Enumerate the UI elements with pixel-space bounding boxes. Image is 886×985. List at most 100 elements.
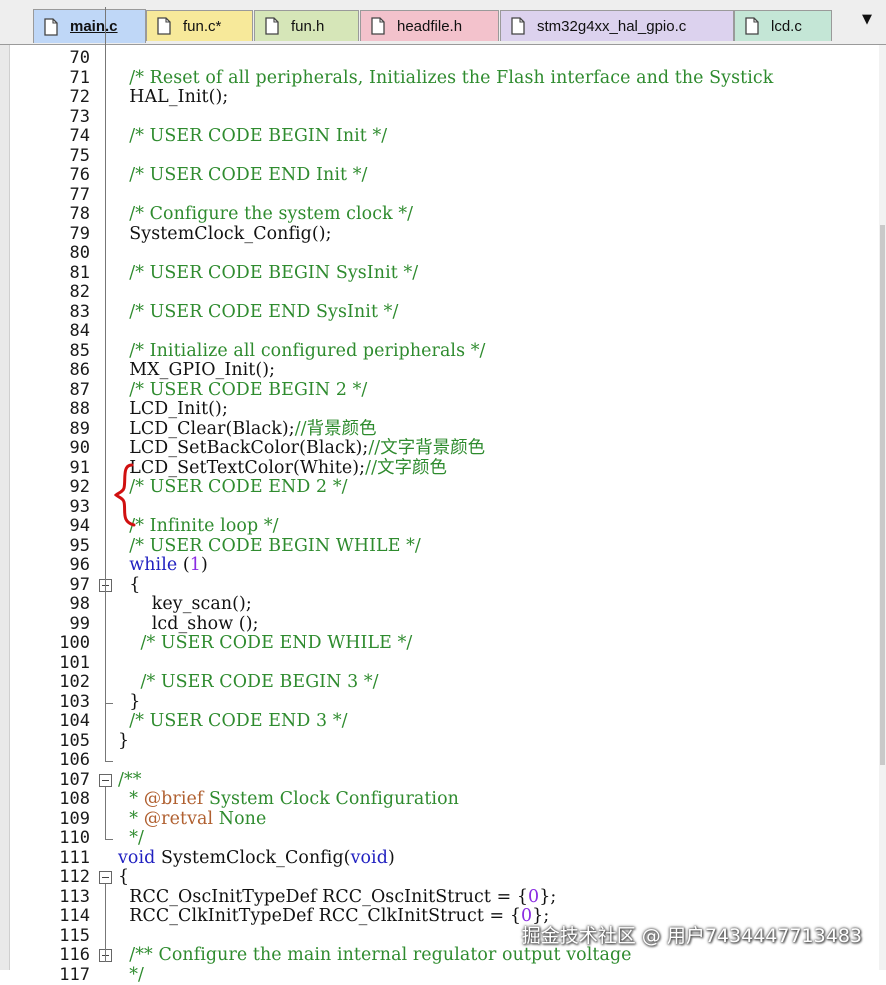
code-text: /* USER CODE END 2 */	[118, 478, 348, 498]
code-line[interactable]: 109 * @retval None	[0, 810, 880, 830]
code-line[interactable]: 99 lcd_show ();	[0, 615, 880, 635]
fold-guide	[105, 592, 106, 703]
line-number: 77	[10, 186, 90, 206]
line-number: 82	[10, 283, 90, 303]
code-editor[interactable]: 7071 /* Reset of all peripherals, Initia…	[0, 45, 886, 970]
code-text: /* USER CODE END Init */	[118, 166, 367, 186]
code-text: /* Reset of all peripherals, Initializes…	[118, 69, 773, 89]
code-line[interactable]: 103 }	[0, 693, 880, 713]
line-number: 75	[10, 147, 90, 167]
code-line[interactable]: 96 while (1)	[0, 556, 880, 576]
code-text: /* Initialize all configured peripherals…	[118, 342, 486, 362]
code-line[interactable]: 113 RCC_OscInitTypeDef RCC_OscInitStruct…	[0, 888, 880, 908]
code-line[interactable]: 108 * @brief System Clock Configuration	[0, 790, 880, 810]
line-number: 78	[10, 205, 90, 225]
code-text: key_scan();	[118, 595, 252, 615]
tab-fun-c-[interactable]: fun.c*	[146, 10, 253, 41]
code-line[interactable]: 88 LCD_Init();	[0, 400, 880, 420]
code-text: /* USER CODE BEGIN 3 */	[118, 673, 379, 693]
code-line[interactable]: 79 SystemClock_Config();	[0, 225, 880, 245]
fold-guide	[105, 787, 106, 840]
code-text: /* USER CODE BEGIN SysInit */	[118, 264, 418, 284]
code-line[interactable]: 110 */	[0, 829, 880, 849]
code-text: /** Configure the main internal regulato…	[118, 946, 632, 966]
code-text: MX_GPIO_Init();	[118, 361, 275, 381]
document-icon	[745, 17, 759, 35]
line-number: 90	[10, 439, 90, 459]
line-number: 100	[10, 634, 90, 654]
code-line[interactable]: 111void SystemClock_Config(void)	[0, 849, 880, 869]
code-line[interactable]: 90 LCD_SetBackColor(Black);//文字背景颜色	[0, 439, 880, 459]
line-number: 70	[10, 49, 90, 69]
code-line[interactable]: 87 /* USER CODE BEGIN 2 */	[0, 381, 880, 401]
code-line[interactable]: 82	[0, 283, 880, 303]
fold-toggle-icon[interactable]	[99, 774, 112, 787]
tab-label: headfile.h	[397, 18, 462, 35]
code-line[interactable]: 106	[0, 751, 880, 771]
code-line[interactable]: 85 /* Initialize all configured peripher…	[0, 342, 880, 362]
code-line[interactable]: 70	[0, 49, 880, 69]
line-number: 85	[10, 342, 90, 362]
code-line[interactable]: 83 /* USER CODE END SysInit */	[0, 303, 880, 323]
code-line[interactable]: 81 /* USER CODE BEGIN SysInit */	[0, 264, 880, 284]
line-number: 102	[10, 673, 90, 693]
line-number: 117	[10, 966, 90, 985]
line-number: 112	[10, 868, 90, 888]
code-line[interactable]: 78 /* Configure the system clock */	[0, 205, 880, 225]
code-text: {	[118, 576, 140, 596]
code-line[interactable]: 104 /* USER CODE END 3 */	[0, 712, 880, 732]
line-number: 105	[10, 732, 90, 752]
tab-lcd-c[interactable]: lcd.c	[734, 10, 832, 41]
code-line[interactable]: 89 LCD_Clear(Black);//背景颜色	[0, 420, 880, 440]
line-number: 91	[10, 459, 90, 479]
code-line[interactable]: 101	[0, 654, 880, 674]
code-line[interactable]: 84	[0, 322, 880, 342]
code-line[interactable]: 73	[0, 108, 880, 128]
code-text: /* USER CODE BEGIN WHILE */	[118, 537, 421, 557]
code-line[interactable]: 80	[0, 244, 880, 264]
line-number: 115	[10, 927, 90, 947]
code-text: LCD_Init();	[118, 400, 228, 420]
line-number: 97	[10, 576, 90, 596]
line-number: 79	[10, 225, 90, 245]
code-line[interactable]: 116 /** Configure the main internal regu…	[0, 946, 880, 966]
code-line[interactable]: 86 MX_GPIO_Init();	[0, 361, 880, 381]
line-number: 108	[10, 790, 90, 810]
code-line[interactable]: 71 /* Reset of all peripherals, Initiali…	[0, 69, 880, 89]
code-line[interactable]: 102 /* USER CODE BEGIN 3 */	[0, 673, 880, 693]
code-text: /* Configure the system clock */	[118, 205, 413, 225]
tab-main-c[interactable]: main.c	[33, 9, 146, 43]
code-line[interactable]: 74 /* USER CODE BEGIN Init */	[0, 127, 880, 147]
code-line[interactable]: 95 /* USER CODE BEGIN WHILE */	[0, 537, 880, 557]
code-line[interactable]: 112{	[0, 868, 880, 888]
code-text: /* USER CODE END 3 */	[118, 712, 348, 732]
tab-stm32g4xx-hal-gpio-c[interactable]: stm32g4xx_hal_gpio.c	[500, 10, 734, 41]
fold-toggle-icon[interactable]	[99, 871, 112, 884]
dropdown-arrow-icon[interactable]: ▼	[862, 12, 872, 27]
tab-headfile-h[interactable]: headfile.h	[360, 10, 499, 41]
code-line[interactable]: 100 /* USER CODE END WHILE */	[0, 634, 880, 654]
code-line[interactable]: 77	[0, 186, 880, 206]
code-line[interactable]: 75	[0, 147, 880, 167]
fold-end	[105, 761, 113, 762]
line-number: 86	[10, 361, 90, 381]
watermark-text: 掘金技术社区 @ 用户7434447713483	[522, 921, 862, 948]
code-line[interactable]: 76 /* USER CODE END Init */	[0, 166, 880, 186]
code-line[interactable]: 117 */	[0, 966, 880, 985]
line-number: 103	[10, 693, 90, 713]
line-number: 89	[10, 420, 90, 440]
fold-guide	[105, 884, 106, 962]
tab-label: stm32g4xx_hal_gpio.c	[537, 18, 686, 35]
vertical-scrollbar[interactable]	[879, 45, 886, 970]
tab-label: fun.h	[291, 18, 324, 35]
code-text: * @retval None	[118, 810, 266, 830]
code-line[interactable]: 105}	[0, 732, 880, 752]
scrollbar-thumb[interactable]	[880, 225, 885, 765]
tab-fun-h[interactable]: fun.h	[254, 10, 359, 41]
code-line[interactable]: 97 {	[0, 576, 880, 596]
code-text: }	[118, 732, 129, 752]
code-line[interactable]: 107/**	[0, 771, 880, 791]
line-number: 95	[10, 537, 90, 557]
code-line[interactable]: 98 key_scan();	[0, 595, 880, 615]
code-line[interactable]: 72 HAL_Init();	[0, 88, 880, 108]
